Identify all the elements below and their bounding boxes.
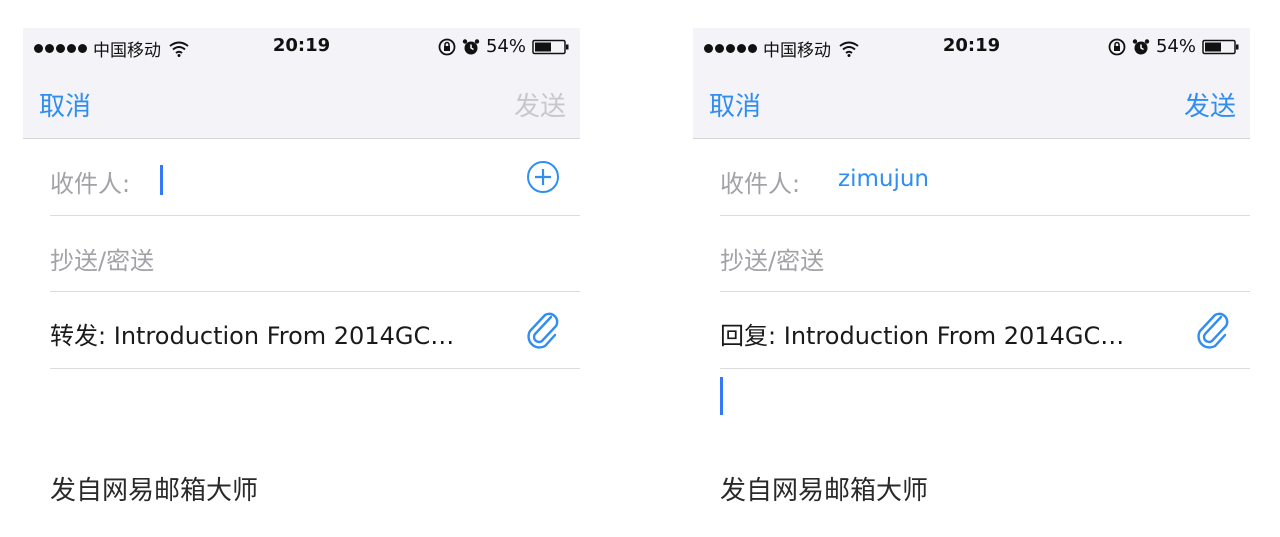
compose-screen-reply: 中国移动 20:19 54% 取消 发送 收件人: zimujun 抄送/密送 … xyxy=(693,28,1250,528)
status-bar: 中国移动 20:19 54% xyxy=(23,28,580,66)
paperclip-icon[interactable] xyxy=(1194,310,1232,350)
subject-prefix: 回复: xyxy=(720,322,777,350)
recipient-name[interactable]: zimujun xyxy=(838,166,929,192)
cc-bcc-label: 抄送/密送 xyxy=(50,247,155,275)
subject-line: 回复: Introduction From 2014GC… xyxy=(720,316,1124,351)
top-bar: 中国移动 20:19 54% 取消 发送 xyxy=(693,28,1250,139)
to-label: 收件人: xyxy=(50,170,131,198)
rotation-lock-icon xyxy=(1108,38,1126,55)
alarm-icon xyxy=(1132,38,1150,54)
compose-screen-forward: 中国移动 20:19 54% 取消 发送 收件人: 抄送/密送 转发: Intr… xyxy=(23,28,580,528)
battery-icon xyxy=(1202,39,1239,54)
to-label: 收件人: xyxy=(720,170,801,198)
top-bar: 中国移动 20:19 54% 取消 发送 xyxy=(23,28,580,139)
subject-text: Introduction From 2014GC… xyxy=(113,322,455,350)
battery-percent: 54% xyxy=(1155,36,1196,57)
rotation-lock-icon xyxy=(438,38,456,55)
send-button[interactable]: 发送 xyxy=(514,86,566,123)
subject-prefix: 转发: xyxy=(50,322,107,350)
send-button[interactable]: 发送 xyxy=(1184,86,1236,123)
to-field[interactable]: 收件人: zimujun xyxy=(720,139,1250,216)
nav-bar: 取消 发送 xyxy=(23,66,580,139)
nav-bar: 取消 发送 xyxy=(693,66,1250,139)
status-bar: 中国移动 20:19 54% xyxy=(693,28,1250,66)
subject-field[interactable]: 转发: Introduction From 2014GC… xyxy=(50,292,580,369)
alarm-icon xyxy=(462,38,480,54)
email-signature: 发自网易邮箱大师 xyxy=(50,476,259,506)
cc-bcc-label: 抄送/密送 xyxy=(720,247,825,275)
body-text-caret xyxy=(720,377,723,415)
battery-percent: 54% xyxy=(485,36,526,57)
battery-icon xyxy=(532,39,569,54)
email-signature: 发自网易邮箱大师 xyxy=(720,476,929,506)
subject-text: Introduction From 2014GC… xyxy=(783,322,1125,350)
cancel-button[interactable]: 取消 xyxy=(709,86,761,123)
subject-line: 转发: Introduction From 2014GC… xyxy=(50,316,454,351)
subject-field[interactable]: 回复: Introduction From 2014GC… xyxy=(720,292,1250,369)
cc-bcc-field[interactable]: 抄送/密送 xyxy=(50,216,580,292)
text-caret xyxy=(160,165,163,195)
to-field[interactable]: 收件人: xyxy=(50,139,580,216)
cancel-button[interactable]: 取消 xyxy=(39,86,91,123)
cc-bcc-field[interactable]: 抄送/密送 xyxy=(720,216,1250,292)
paperclip-icon[interactable] xyxy=(524,310,562,350)
add-contact-icon[interactable] xyxy=(526,160,560,194)
